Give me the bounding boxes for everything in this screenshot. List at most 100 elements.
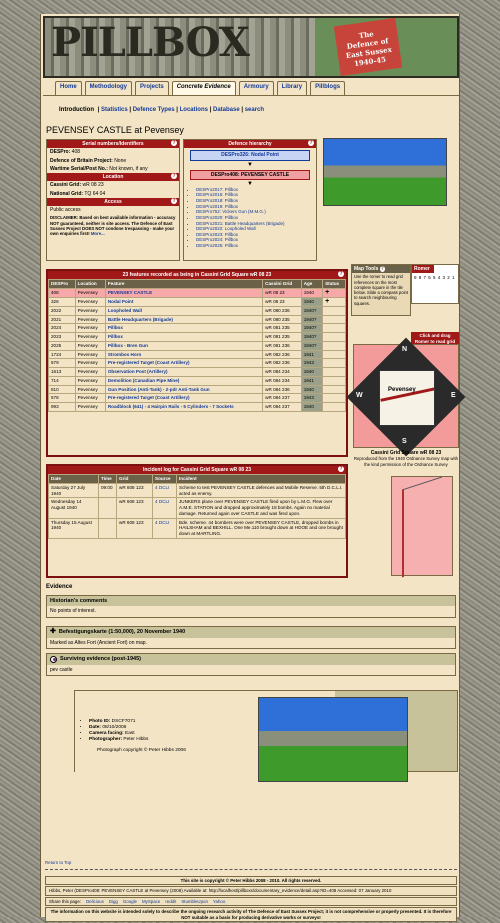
historian-bar: Historian's comments xyxy=(47,595,455,607)
subnav-locations[interactable]: Locations xyxy=(180,107,208,113)
features-table-body: 408 Pevensey PEVENSEY CASTLE wR 08 23 1940 +3… xyxy=(48,287,346,412)
status-cell xyxy=(322,305,346,316)
table-cell: 326 xyxy=(48,296,76,307)
help-icon[interactable]: ? xyxy=(308,140,314,146)
feature-link[interactable]: PEVENSEY CASTLE xyxy=(104,287,264,298)
hierarchy-parent-link[interactable]: DESPro326: Nodal Point xyxy=(221,152,279,158)
feature-link[interactable]: Gun Position (Anti-Tank) - 2-pdr Anti-Ta… xyxy=(104,384,264,395)
table-row[interactable]: 2025 Pevensey Pillbox - Bren Gun wR 081 236… xyxy=(48,340,346,351)
share-yahoo[interactable]: Yahoo xyxy=(213,899,225,905)
tab-methodology[interactable]: Methodology xyxy=(84,81,132,95)
feature-link[interactable]: Strombos Horn xyxy=(104,349,264,360)
table-cell: 09:00 xyxy=(98,482,117,499)
location-value: wR 08 23 xyxy=(82,182,104,189)
subnav-database[interactable]: Database xyxy=(213,107,240,113)
column-header: Age xyxy=(300,279,324,289)
compass-west[interactable]: W xyxy=(356,392,363,401)
arrow-down-icon: ▼ xyxy=(247,161,253,168)
help-icon[interactable]: ? xyxy=(171,197,177,204)
table-cell: 2024 xyxy=(48,323,76,334)
feature-link[interactable]: Pillbox - Bren Gun xyxy=(104,340,264,351)
table-row[interactable]: 993 Pevensey Roadblock (641) - 4 Hairpin R… xyxy=(48,402,346,412)
access-text: Public access xyxy=(50,207,81,213)
feature-link[interactable]: Observation Post (Artillery) xyxy=(104,367,264,377)
table-row[interactable]: 408 Pevensey PEVENSEY CASTLE wR 08 23 1940 + xyxy=(48,287,346,298)
share-stumbleupon[interactable]: StumbleUpon xyxy=(181,899,208,905)
hierarchy-current: DESPro408: PEVENSEY CASTLE xyxy=(190,169,310,180)
tab-pillblogs[interactable]: Pillblogs xyxy=(310,81,346,95)
table-cell: 1613 xyxy=(48,367,76,377)
castle-photo-large[interactable] xyxy=(258,697,408,782)
hierarchy-child-link[interactable]: DESPro2025: Pillbox xyxy=(196,243,316,249)
table-cell: Pevensey xyxy=(74,349,106,360)
table-row[interactable]: 326 Pevensey Nodal Point wR 08 23 1940 + xyxy=(48,296,346,307)
meta-value: Peter Hibbs xyxy=(123,736,149,742)
subnav-statistics[interactable]: Statistics xyxy=(101,107,128,113)
table-row[interactable]: 1724 Pevensey Strombos Horn wR 082 236 1941 xyxy=(48,349,346,360)
table-row[interactable]: 2024 Pevensey Pillbox wR 081 235 1940? xyxy=(48,323,346,334)
help-icon[interactable]: ? xyxy=(171,173,177,179)
source-link[interactable]: 4 DCLI xyxy=(152,482,177,499)
table-cell: 2025 xyxy=(48,340,76,351)
table-row[interactable]: 714 Pevensey Demolition (Canadian Pipe Min… xyxy=(48,375,346,386)
feature-link[interactable]: Demolition (Canadian Pipe Mine) xyxy=(104,375,264,386)
source-link[interactable]: 4 DCLI xyxy=(152,497,177,519)
tab-armoury[interactable]: Armoury xyxy=(238,81,274,95)
feature-link[interactable]: Loopholed Wall xyxy=(104,305,264,316)
feature-link[interactable]: Pillbox xyxy=(104,332,264,342)
feature-link[interactable]: Pillbox xyxy=(104,323,264,334)
identifiers-panel: Serial numbers/Identifiers? DESPro: 408 … xyxy=(46,139,180,261)
os-map-large xyxy=(391,476,453,578)
table-row[interactable]: 810 Pevensey Gun Position (Anti-Tank) - 2-… xyxy=(48,384,346,395)
compass-north[interactable]: N xyxy=(402,346,407,355)
share-digg[interactable]: Digg xyxy=(109,899,118,905)
feature-link[interactable]: Pre-registered Target (Coast Artillery) xyxy=(104,358,264,369)
table-cell: wR 084 237 xyxy=(262,393,302,404)
meta-value: East xyxy=(125,730,135,736)
gen-map-title: Befestigungskarte (1:50,000), 20 Novembe… xyxy=(58,628,186,635)
source-link[interactable]: 4 DCLI xyxy=(152,517,177,539)
castle-photo-thumb[interactable] xyxy=(323,138,447,206)
feature-link[interactable]: Nodal Point xyxy=(104,296,264,307)
subnav-search[interactable]: search xyxy=(245,107,264,113)
table-cell: Pevensey xyxy=(74,340,106,351)
share-google[interactable]: Google xyxy=(123,899,137,905)
return-to-top-link[interactable]: Return to Top xyxy=(45,860,71,865)
help-icon[interactable]: ? xyxy=(171,140,177,146)
more-link[interactable]: More... xyxy=(91,231,105,236)
location-row: National Grid: TQ 64 04 xyxy=(47,190,179,198)
site-logo[interactable]: PILLBOX xyxy=(51,22,250,64)
help-icon[interactable]: ? xyxy=(338,271,344,277)
table-row[interactable]: 2023 Pevensey Pillbox wR 081 235 1940? xyxy=(48,332,346,342)
compass-south[interactable]: S xyxy=(402,438,407,447)
feature-link[interactable]: Pre-registered Target (Coast Artillery) xyxy=(104,393,264,404)
subnav-introduction[interactable]: Introduction xyxy=(59,107,94,113)
share-reddit[interactable]: reddit xyxy=(165,899,176,905)
table-cell: 1940? xyxy=(300,332,324,342)
table-row[interactable]: 579 Pevensey Pre-registered Target (Coast … xyxy=(48,358,346,369)
feature-link[interactable]: Roadblock (641) - 4 Hairpin Rails - 5 Cy… xyxy=(104,402,264,412)
table-row[interactable]: 2021 Pevensey Battle Headquarters (Brigade… xyxy=(48,314,346,325)
compass-east[interactable]: E xyxy=(451,392,456,401)
tab-projects[interactable]: Projects xyxy=(135,81,169,95)
help-icon[interactable]: ? xyxy=(379,266,385,272)
table-row[interactable]: 2022 Pevensey Loopholed Wall wR 080 236 1940… xyxy=(48,305,346,316)
hierarchy-parent[interactable]: DESPro326: Nodal Point xyxy=(190,150,310,161)
surviving-body: pev castle xyxy=(47,664,455,675)
subnav-defence-types[interactable]: Defence Types xyxy=(133,107,175,113)
tab-home[interactable]: Home xyxy=(55,81,82,95)
table-cell: 1941 xyxy=(300,375,324,386)
table-row[interactable]: 578 Pevensey Pre-registered Target (Coast … xyxy=(48,393,346,404)
tab-library[interactable]: Library xyxy=(276,81,308,95)
feature-link[interactable]: Battle Headquarters (Brigade) xyxy=(104,314,264,325)
help-icon[interactable]: ? xyxy=(338,466,344,472)
sub-nav: Introduction | Statistics | Defence Type… xyxy=(59,107,265,113)
table-cell: wR 08 23 xyxy=(262,287,302,298)
table-row[interactable]: 1613 Pevensey Observation Post (Artillery)… xyxy=(48,367,346,377)
share-delicious[interactable]: Delicious xyxy=(86,899,104,905)
romer-tool[interactable]: Romer 9 8 7 6 5 4 3 2 1 xyxy=(411,264,459,304)
share-myspace[interactable]: MySpace xyxy=(142,899,160,905)
tab-concrete-evidence[interactable]: Concrete Evidence xyxy=(171,81,236,95)
table-cell: Pevensey xyxy=(74,323,106,334)
features-header: 23 features recorded as being in Cassini… xyxy=(48,271,346,280)
